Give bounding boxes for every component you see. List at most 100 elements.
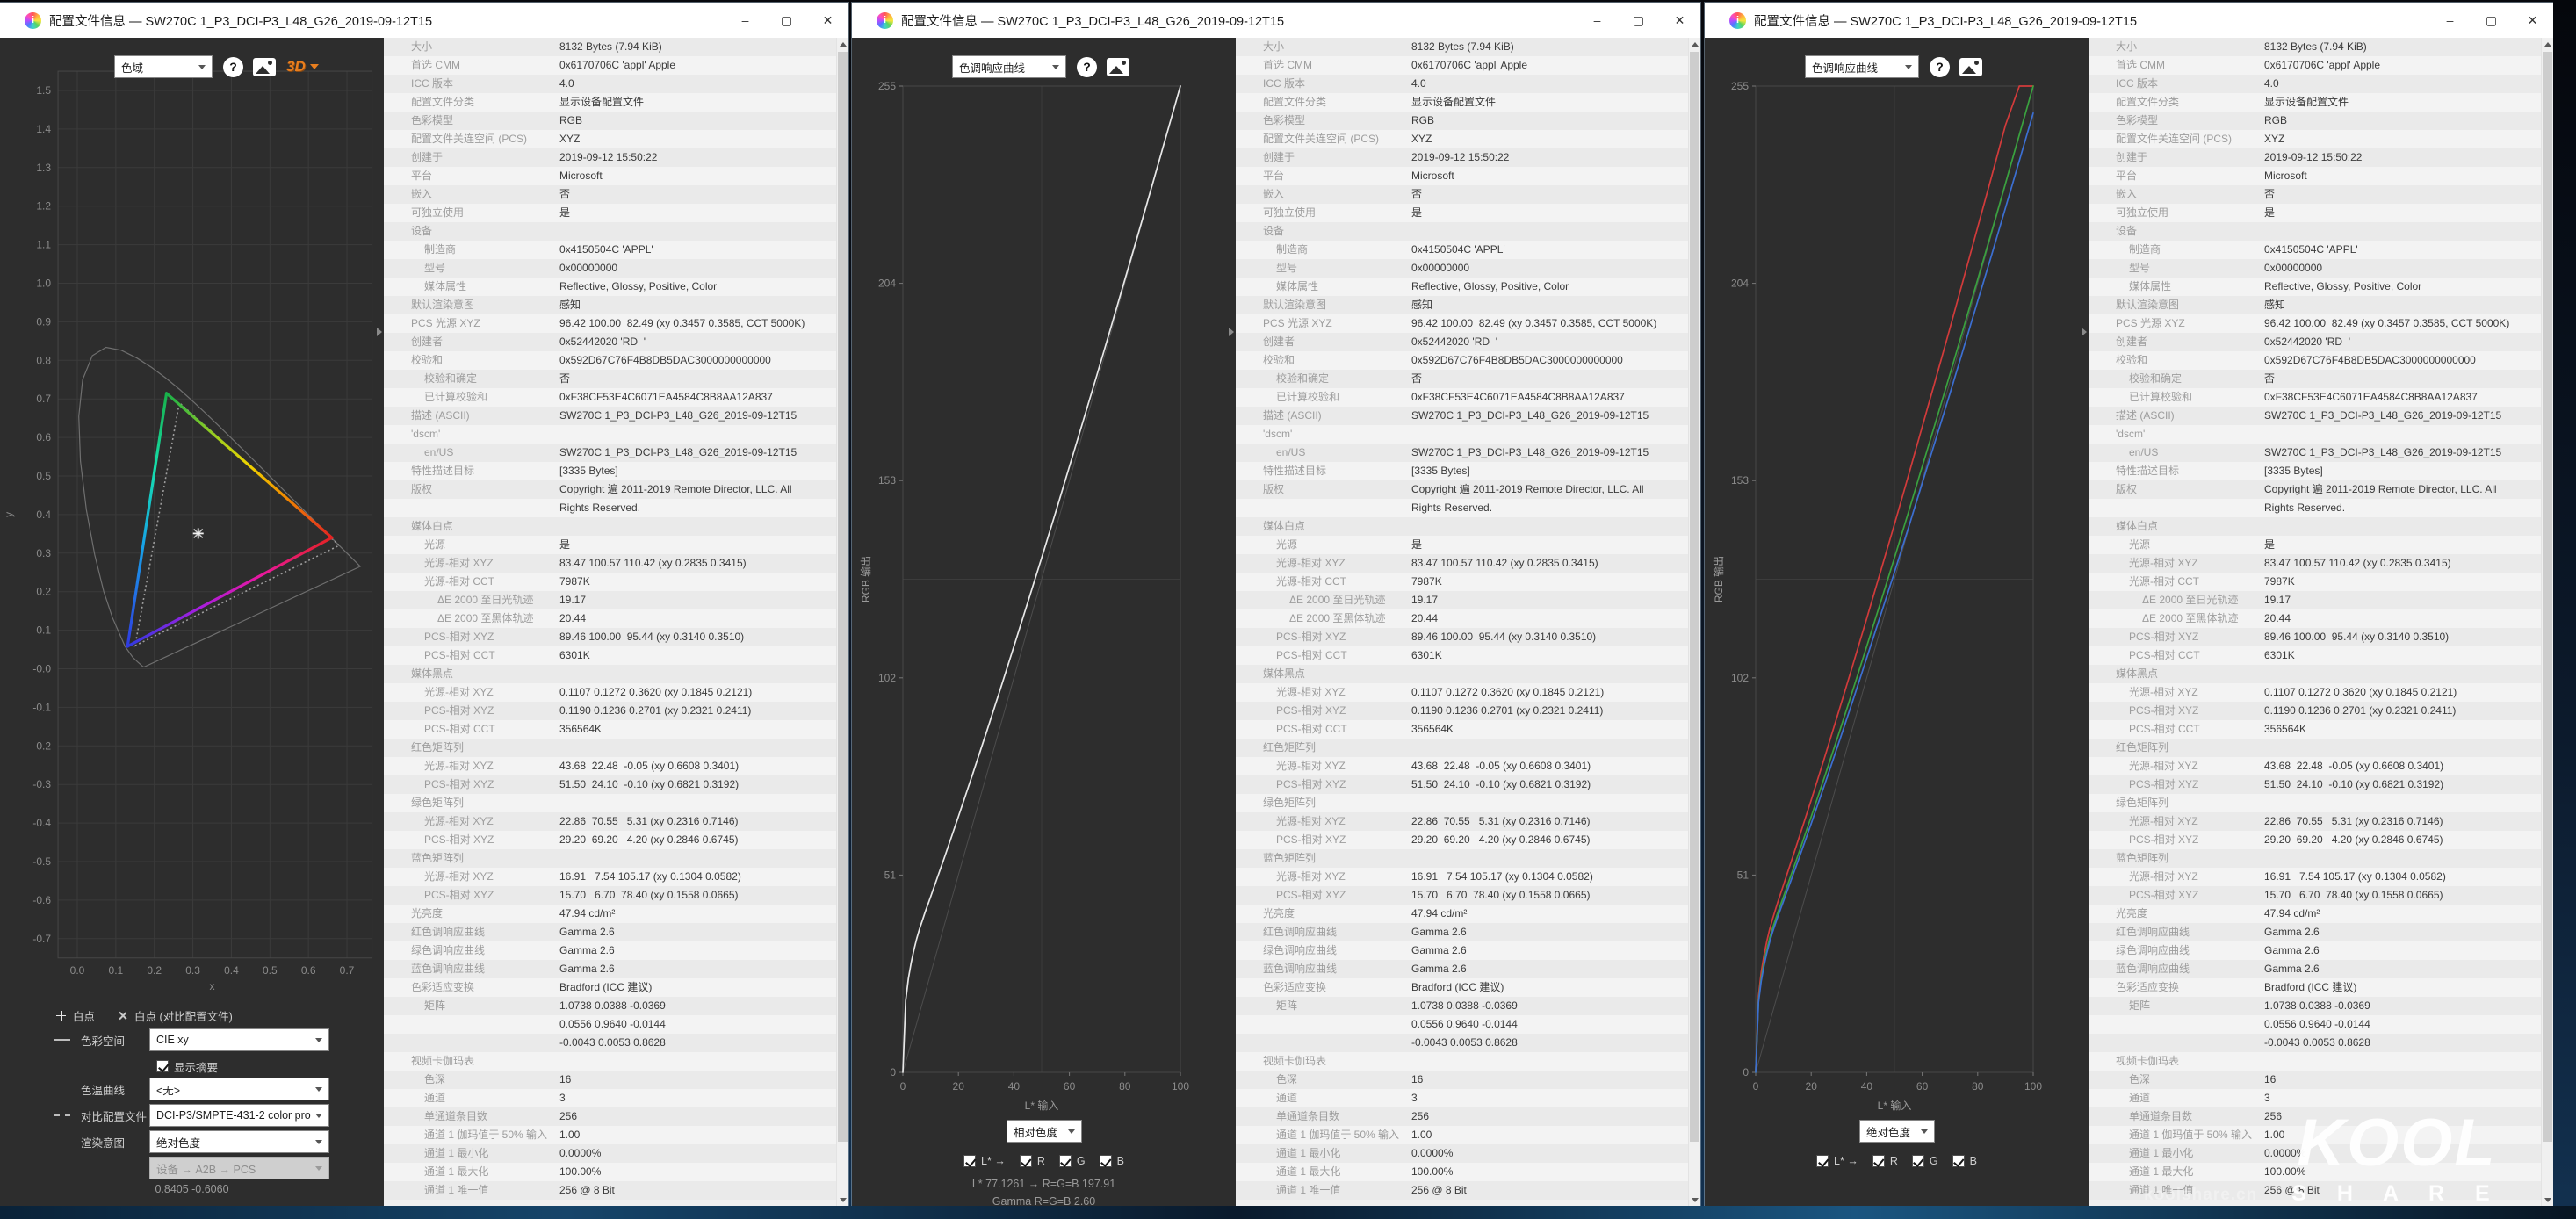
view-3d-button[interactable]: 3D [286, 58, 319, 76]
colorimetry-mode-select[interactable]: 相对色度 [1007, 1120, 1082, 1143]
view-select[interactable]: 色域 [114, 55, 213, 78]
info-row-value: 0x52442020 'RD ' [2264, 333, 2350, 351]
info-row: 创建于2019-09-12 15:50:22 [2089, 148, 2542, 167]
view-select[interactable]: 色调响应曲线 [1805, 55, 1919, 78]
desktop-background [2553, 0, 2576, 1219]
info-row: 光源-相对 XYZ43.68 22.48 -0.05 (xy 0.6608 0.… [2089, 757, 2542, 775]
maximize-button[interactable]: ▢ [2471, 3, 2512, 38]
info-row: 蓝色调响应曲线Gamma 2.6 [2089, 960, 2542, 978]
info-row-label: en/US [424, 444, 453, 462]
scroll-thumb[interactable] [1690, 52, 1699, 1142]
compare-profile-select[interactable]: DCI-P3/SMPTE-431-2 color pro [149, 1104, 329, 1127]
scrollbar[interactable] [836, 38, 848, 1207]
info-row-value: 0.0556 0.9640 -0.0144 [1411, 1015, 1518, 1034]
info-row-label: 通道 1 唯一值 [1276, 1181, 1340, 1200]
splitter-collapse-icon[interactable] [1229, 328, 1234, 336]
scroll-thumb[interactable] [2543, 52, 2552, 1142]
info-row-label: 红色调响应曲线 [1263, 923, 1337, 941]
scrollbar[interactable] [1688, 38, 1700, 1207]
channel-b-label: B [1970, 1155, 1977, 1167]
close-button[interactable]: ✕ [2512, 3, 2553, 38]
info-row-label: 光源-相对 XYZ [1276, 757, 1346, 775]
save-image-icon[interactable] [1107, 58, 1129, 76]
help-icon[interactable]: ? [223, 57, 243, 77]
svg-text:0: 0 [890, 1066, 896, 1078]
splitter-collapse-icon[interactable] [2082, 328, 2087, 336]
temperature-curve-select[interactable]: <无> [149, 1078, 329, 1100]
info-row: 制造商0x4150504C 'APPL' [384, 241, 837, 259]
save-image-icon[interactable] [253, 58, 276, 76]
info-row: Rights Reserved. [1236, 499, 1689, 517]
window-profile-info-gamut: i 配置文件信息 — SW270C 1_P3_DCI-P3_L48_G26_20… [0, 3, 848, 1207]
minimize-button[interactable]: – [1577, 3, 1618, 38]
show-summary-label: 显示摘要 [174, 1058, 218, 1075]
save-image-icon[interactable] [1959, 58, 1982, 76]
render-intent-select[interactable]: 绝对色度 [149, 1130, 329, 1153]
info-row-label: 嵌入 [2116, 185, 2137, 204]
view-select[interactable]: 色调响应曲线 [952, 55, 1066, 78]
channel-lstar-checkbox[interactable] [963, 1155, 976, 1167]
info-row-value: 0x6170706C 'appl' Apple [1411, 56, 1527, 75]
svg-text:y: y [3, 512, 15, 517]
maximize-button[interactable]: ▢ [766, 3, 807, 38]
info-row-label: 绿色矩阵列 [1263, 794, 1316, 812]
channel-lstar-label: L* → [1834, 1155, 1858, 1167]
info-row: 光源-相对 XYZ83.47 100.57 110.42 (xy 0.2835 … [2089, 554, 2542, 573]
info-row-value: 4.0 [2264, 75, 2279, 93]
tone-response-curve-plot[interactable]: 051102153204255020406080100L* 输入RGB 输出 [1705, 38, 2089, 1207]
info-row-label: 光源-相对 XYZ [424, 554, 494, 573]
channel-checkbox-row: L* → R G B [852, 1155, 1236, 1167]
help-icon[interactable]: ? [1930, 57, 1950, 77]
close-button[interactable]: ✕ [1659, 3, 1700, 38]
info-row: 单通道条目数256 [384, 1107, 837, 1126]
info-row-label: 通道 1 伽玛值于 50% 输入 [424, 1126, 547, 1144]
show-summary-checkbox[interactable] [156, 1060, 169, 1072]
info-row: 色彩模型RGB [384, 112, 837, 130]
compare-profile-row: 对比配置文件 DCI-P3/SMPTE-431-2 color pro [0, 1104, 384, 1127]
info-row: 特性描述目标[3335 Bytes] [384, 462, 837, 480]
colorimetry-mode-select[interactable]: 绝对色度 [1859, 1120, 1935, 1143]
tone-response-curve-plot[interactable]: 051102153204255020406080100L* 输入RGB 输出 [852, 38, 1236, 1207]
info-row-value: 7987K [1411, 573, 1442, 591]
scroll-down-icon[interactable] [840, 1198, 847, 1202]
info-row-label: 色深 [1276, 1071, 1297, 1089]
channel-g-checkbox[interactable] [1059, 1155, 1072, 1167]
info-row: 首选 CMM0x6170706C 'appl' Apple [1236, 56, 1689, 75]
channel-b-checkbox[interactable] [1100, 1155, 1112, 1167]
info-row-label: 配置文件分类 [1263, 93, 1326, 112]
info-row-value: 1.0738 0.0388 -0.0369 [1411, 997, 1518, 1015]
close-button[interactable]: ✕ [807, 3, 848, 38]
maximize-button[interactable]: ▢ [1618, 3, 1659, 38]
scroll-down-icon[interactable] [1692, 1198, 1699, 1202]
splitter-collapse-icon[interactable] [377, 328, 382, 336]
info-row-value: 0.0000% [1411, 1144, 1453, 1163]
channel-r-checkbox[interactable] [1020, 1155, 1032, 1167]
info-row-label: PCS-相对 CCT [424, 720, 495, 739]
info-row-value: 1.00 [559, 1126, 580, 1144]
minimize-button[interactable]: – [725, 3, 766, 38]
help-icon[interactable]: ? [1077, 57, 1097, 77]
scroll-up-icon[interactable] [1692, 42, 1699, 47]
scroll-thumb[interactable] [838, 52, 848, 1142]
info-row: 光亮度47.94 cd/m² [384, 905, 837, 923]
colorspace-select[interactable]: CIE xy [149, 1028, 329, 1051]
minimize-button[interactable]: – [2429, 3, 2471, 38]
svg-text:40: 40 [1861, 1080, 1873, 1093]
channel-lstar-checkbox[interactable] [1816, 1155, 1829, 1167]
channel-b-checkbox[interactable] [1952, 1155, 1965, 1167]
scroll-up-icon[interactable] [840, 42, 847, 47]
info-row: 创建者0x52442020 'RD ' [384, 333, 837, 351]
info-row: 蓝色矩阵列 [1236, 849, 1689, 868]
info-row: 配置文件关连空间 (PCS)XYZ [384, 130, 837, 148]
info-row: 校验和0x592D67C76F4B8DB5DAC3000000000000 [384, 351, 837, 370]
info-row: 绿色调响应曲线Gamma 2.6 [2089, 941, 2542, 960]
scroll-up-icon[interactable] [2544, 42, 2551, 47]
info-row: 媒体属性Reflective, Glossy, Positive, Color [1236, 278, 1689, 296]
info-row: 通道 1 最大化100.00% [1236, 1163, 1689, 1181]
scrollbar[interactable] [2541, 38, 2553, 1207]
channel-r-checkbox[interactable] [1872, 1155, 1885, 1167]
info-row-label: 光源 [2129, 536, 2150, 554]
channel-g-checkbox[interactable] [1912, 1155, 1924, 1167]
info-row-value: 1.0738 0.0388 -0.0369 [559, 997, 666, 1015]
info-row-value: Microsoft [559, 167, 603, 185]
